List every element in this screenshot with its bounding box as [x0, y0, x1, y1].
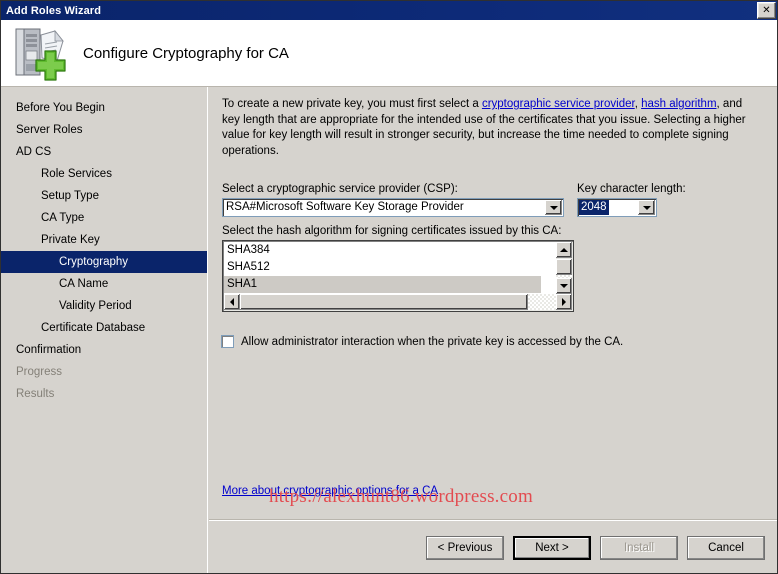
- sidebar-item-server-roles[interactable]: Server Roles: [1, 119, 207, 141]
- sidebar-item-results: Results: [1, 383, 207, 405]
- listbox-vertical-scrollbar[interactable]: [556, 242, 572, 294]
- sidebar-item-private-key[interactable]: Private Key: [1, 229, 207, 251]
- intro-paragraph: To create a new private key, you must fi…: [222, 97, 762, 159]
- cancel-button[interactable]: Cancel: [687, 536, 765, 560]
- hash-algorithm-listbox[interactable]: SHA384 SHA512 SHA1 MD5: [222, 240, 574, 312]
- page-title: Configure Cryptography for CA: [83, 45, 289, 62]
- sidebar-item-ad-cs[interactable]: AD CS: [1, 141, 207, 163]
- chevron-down-icon[interactable]: [638, 200, 655, 215]
- csp-select[interactable]: RSA#Microsoft Software Key Storage Provi…: [222, 198, 564, 217]
- horizontal-scroll-track[interactable]: [528, 294, 556, 310]
- sidebar-item-confirmation[interactable]: Confirmation: [1, 339, 207, 361]
- csp-label: Select a cryptographic service provider …: [222, 183, 458, 195]
- sidebar-item-progress: Progress: [1, 361, 207, 383]
- server-add-icon: [11, 25, 73, 81]
- titlebar: Add Roles Wizard ✕: [1, 1, 778, 20]
- sidebar-item-validity-period[interactable]: Validity Period: [1, 295, 207, 317]
- key-length-label: Key character length:: [577, 183, 686, 195]
- allow-admin-interaction-checkbox[interactable]: [221, 335, 234, 348]
- wizard-step-nav: Before You Begin Server Roles AD CS Role…: [1, 87, 208, 574]
- list-item[interactable]: SHA384: [224, 242, 541, 259]
- allow-admin-interaction-label: Allow administrator interaction when the…: [241, 336, 623, 348]
- horizontal-scroll-thumb[interactable]: [240, 294, 528, 310]
- listbox-horizontal-scrollbar[interactable]: [224, 294, 572, 310]
- link-hash-algorithm[interactable]: hash algorithm: [641, 98, 716, 110]
- hash-algorithm-label: Select the hash algorithm for signing ce…: [222, 225, 561, 237]
- scroll-down-icon[interactable]: [556, 278, 572, 294]
- sidebar-item-setup-type[interactable]: Setup Type: [1, 185, 207, 207]
- list-item[interactable]: SHA1: [224, 276, 541, 293]
- close-icon[interactable]: ✕: [757, 2, 776, 19]
- watermark-text: https://alexhunt86.wordpress.com: [269, 486, 533, 508]
- sidebar-item-role-services[interactable]: Role Services: [1, 163, 207, 185]
- scroll-right-icon[interactable]: [556, 294, 572, 310]
- link-cryptographic-service-provider[interactable]: cryptographic service provider: [482, 98, 635, 110]
- sidebar-item-cryptography[interactable]: Cryptography: [1, 251, 207, 273]
- sidebar-item-ca-type[interactable]: CA Type: [1, 207, 207, 229]
- wizard-header: Configure Cryptography for CA: [1, 20, 778, 87]
- chevron-down-icon[interactable]: [545, 200, 562, 215]
- install-button: Install: [600, 536, 678, 560]
- scroll-left-icon[interactable]: [224, 294, 240, 310]
- key-length-select[interactable]: 2048: [577, 198, 657, 217]
- next-button[interactable]: Next >: [513, 536, 591, 560]
- window-title: Add Roles Wizard: [1, 5, 101, 17]
- previous-button[interactable]: < Previous: [426, 536, 504, 560]
- sidebar-item-ca-name[interactable]: CA Name: [1, 273, 207, 295]
- scroll-up-icon[interactable]: [556, 242, 572, 258]
- intro-text-part1: To create a new private key, you must fi…: [222, 98, 482, 110]
- add-roles-wizard-window: Add Roles Wizard ✕: [0, 0, 778, 574]
- vertical-scroll-thumb[interactable]: [556, 259, 572, 275]
- list-item[interactable]: SHA512: [224, 259, 541, 276]
- sidebar-item-certificate-database[interactable]: Certificate Database: [1, 317, 207, 339]
- allow-admin-interaction-row[interactable]: Allow administrator interaction when the…: [221, 335, 623, 348]
- key-length-selected-value: 2048: [579, 200, 609, 215]
- button-bar: < Previous Next > Install Cancel: [209, 521, 778, 574]
- csp-selected-value: RSA#Microsoft Software Key Storage Provi…: [223, 199, 544, 216]
- sidebar-item-before-you-begin[interactable]: Before You Begin: [1, 97, 207, 119]
